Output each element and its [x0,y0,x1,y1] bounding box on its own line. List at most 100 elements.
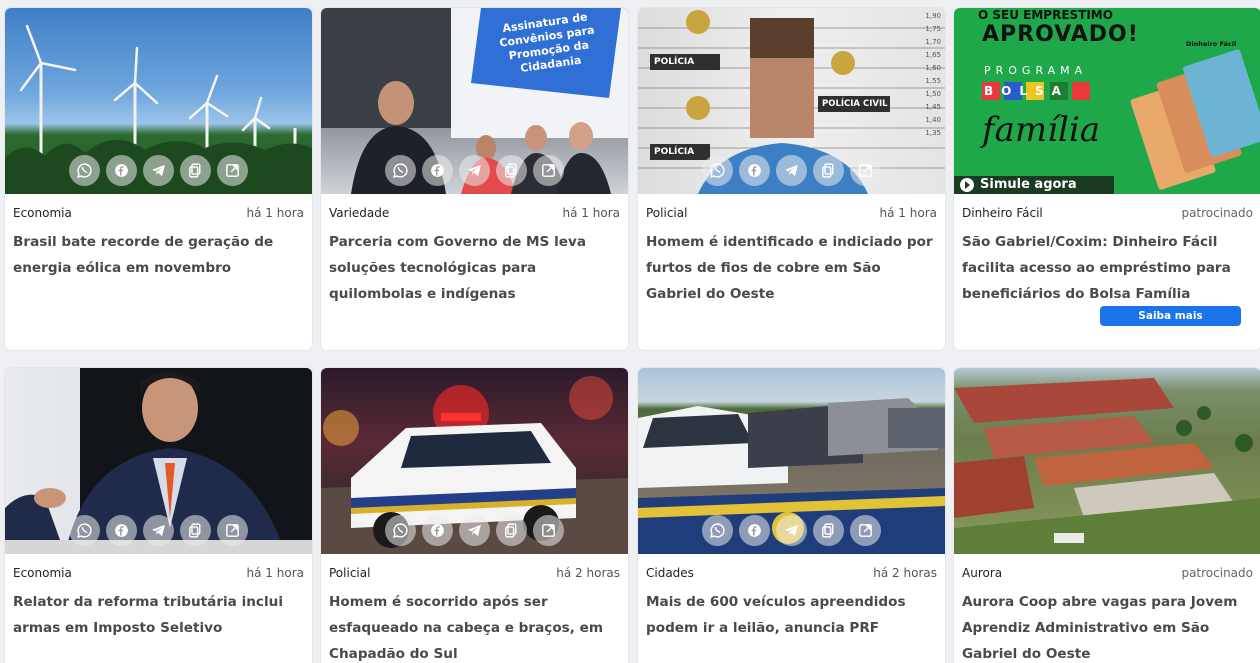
sponsored-label: patrocinado [1181,566,1253,580]
whatsapp-icon [392,522,409,539]
whatsapp-share-button[interactable] [385,155,416,186]
news-title[interactable]: Relator da reforma tributária inclui arm… [5,580,312,641]
external-link-share-button[interactable] [850,515,881,546]
whatsapp-share-button[interactable] [69,515,100,546]
news-image-aerial-industrial[interactable] [954,368,1260,554]
news-title[interactable]: Homem é socorrido após ser esfaqueado na… [321,580,628,663]
whatsapp-icon [76,522,93,539]
news-image-man-at-microphone[interactable] [5,368,312,554]
external-link-icon [224,522,241,539]
time-label: há 1 hora [246,206,304,220]
facebook-icon [746,522,763,539]
share-bar [638,155,945,186]
ad-cta[interactable]: Simule agora [980,177,1077,192]
facebook-icon [113,162,130,179]
whatsapp-icon [76,162,93,179]
facebook-share-button[interactable] [106,515,137,546]
news-title[interactable]: Brasil bate recorde de geração de energi… [5,220,312,281]
copy-share-button[interactable] [180,155,211,186]
share-bar [321,515,628,546]
news-image-police-mugshot[interactable]: POLÍCIA POLÍCIA CIVIL POLÍCIA 1,90 1,75 1,… [638,8,945,194]
news-card[interactable]: POLÍCIA POLÍCIA CIVIL POLÍCIA 1,90 1,75 1,… [638,8,945,350]
news-card[interactable]: Assinatura de Convênios para Promoção da… [321,8,628,350]
telegram-share-button[interactable] [776,515,807,546]
whatsapp-share-button[interactable] [69,155,100,186]
facebook-share-button[interactable] [739,515,770,546]
ad-bolsa: BOLSA [984,84,1069,98]
external-link-icon [857,522,874,539]
telegram-share-button[interactable] [143,155,174,186]
external-link-icon [224,162,241,179]
external-link-share-button[interactable] [533,515,564,546]
telegram-share-button[interactable] [776,155,807,186]
facebook-share-button[interactable] [106,155,137,186]
whatsapp-share-button[interactable] [702,155,733,186]
news-title[interactable]: Mais de 600 veículos apreendidos podem i… [638,580,945,641]
external-link-share-button[interactable] [850,155,881,186]
category-label[interactable]: Variedade [329,206,389,220]
facebook-share-button[interactable] [422,155,453,186]
saiba-mais-button[interactable]: Saiba mais [1100,306,1241,326]
time-label: há 1 hora [879,206,937,220]
news-image-seized-cars[interactable] [638,368,945,554]
telegram-share-button[interactable] [459,155,490,186]
time-label: há 2 horas [556,566,620,580]
news-image-police-car-night[interactable] [321,368,628,554]
news-title[interactable]: São Gabriel/Coxim: Dinheiro Fácil facili… [954,220,1260,307]
news-card[interactable]: Cidades há 2 horas Mais de 600 veículos a… [638,368,945,663]
news-card[interactable]: Economia há 1 hora Relator da reforma tri… [5,368,312,663]
whatsapp-share-button[interactable] [385,515,416,546]
category-label[interactable]: Aurora [962,566,1002,580]
telegram-share-button[interactable] [143,515,174,546]
news-card[interactable]: Economia há 1 hora Brasil bate recorde de… [5,8,312,350]
news-title[interactable]: Aurora Coop abre vagas para Jovem Aprend… [954,580,1260,663]
copy-share-button[interactable] [180,515,211,546]
whatsapp-icon [709,522,726,539]
news-image-wind-turbines[interactable] [5,8,312,194]
telegram-icon [150,162,167,179]
ad-headline-large: APROVADO! [982,22,1139,47]
news-title[interactable]: Homem é identificado e indiciado por fur… [638,220,945,307]
sponsored-card[interactable]: O SEU EMPRESTIMO APROVADO! Dinheiro Fáci… [954,8,1260,350]
facebook-share-button[interactable] [739,155,770,186]
facebook-icon [113,522,130,539]
whatsapp-share-button[interactable] [702,515,733,546]
sponsored-card[interactable]: Aurora patrocinado Aurora Coop abre vagas… [954,368,1260,663]
ad-image-bolsa-familia[interactable]: O SEU EMPRESTIMO APROVADO! Dinheiro Fáci… [954,8,1260,194]
time-label: há 2 horas [873,566,937,580]
share-bar [638,515,945,546]
external-link-share-button[interactable] [217,155,248,186]
copy-share-button[interactable] [813,515,844,546]
copy-share-button[interactable] [496,155,527,186]
ad-familia: família [982,110,1100,150]
copy-icon [503,162,520,179]
share-bar [321,155,628,186]
external-link-share-button[interactable] [217,515,248,546]
external-link-icon [540,162,557,179]
category-label[interactable]: Policial [329,566,370,580]
telegram-share-button[interactable] [459,515,490,546]
badge-text: POLÍCIA CIVIL [822,99,888,109]
telegram-icon [466,162,483,179]
copy-icon [187,522,204,539]
category-label[interactable]: Policial [646,206,687,220]
category-label[interactable]: Economia [13,566,72,580]
facebook-icon [429,522,446,539]
copy-share-button[interactable] [813,155,844,186]
category-label[interactable]: Dinheiro Fácil [962,206,1043,220]
telegram-icon [783,162,800,179]
time-label: há 1 hora [562,206,620,220]
category-label[interactable]: Cidades [646,566,694,580]
ad-headline: O SEU EMPRESTIMO [978,8,1113,22]
copy-icon [820,162,837,179]
news-card[interactable]: Policial há 2 horas Homem é socorrido apó… [321,368,628,663]
ad-brand-logo: Dinheiro Fácil [1186,40,1237,48]
category-label[interactable]: Economia [13,206,72,220]
external-link-share-button[interactable] [533,155,564,186]
news-image-event-photo[interactable]: Assinatura de Convênios para Promoção da… [321,8,628,194]
facebook-share-button[interactable] [422,515,453,546]
telegram-icon [150,522,167,539]
copy-share-button[interactable] [496,515,527,546]
news-title[interactable]: Parceria com Governo de MS leva soluções… [321,220,628,307]
copy-icon [820,522,837,539]
